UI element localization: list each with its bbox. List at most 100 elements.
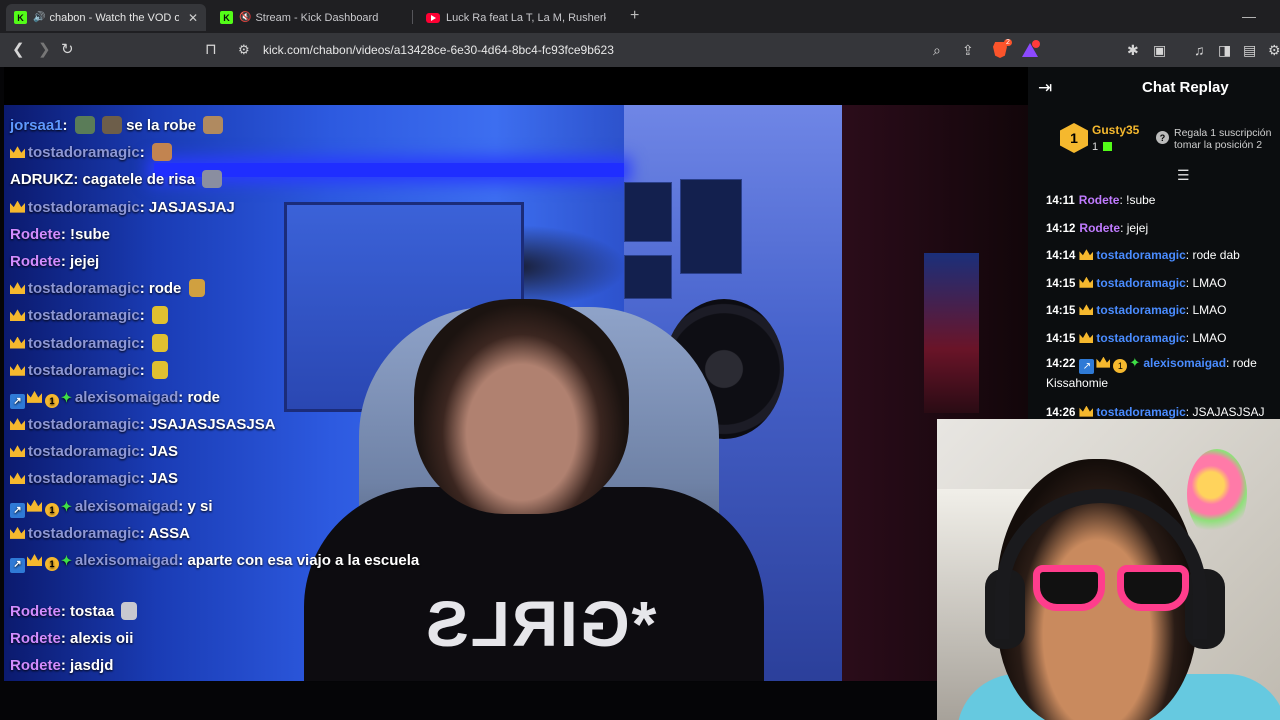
webcam-overlay xyxy=(937,419,1280,720)
sidebar-icon[interactable]: ◨ xyxy=(1218,40,1231,60)
reload-icon[interactable]: ↻ xyxy=(61,40,74,60)
message-username[interactable]: Rodete xyxy=(1079,221,1120,235)
tab-chabon-vod[interactable]: K 🔊 chabon - Watch the VOD on K ✕ xyxy=(6,4,206,31)
share-icon[interactable]: ⇪ xyxy=(962,40,974,60)
tab-kick-dashboard[interactable]: K 🔇 Stream - Kick Dashboard xyxy=(212,4,412,31)
muted-speaker-icon[interactable]: 🔇 xyxy=(239,12,251,23)
sparkle-icon: ✦ xyxy=(61,389,72,405)
top-gifter-banner[interactable]: 1 Gusty35 1 ? Regala 1 suscripción tomar… xyxy=(1028,115,1280,175)
wallet-icon[interactable]: ▤ xyxy=(1243,40,1256,60)
video-streamer-head xyxy=(414,299,629,514)
video-letterbox-bottom xyxy=(4,681,1028,682)
overlay-chat-line: Rodete: alexis oii xyxy=(10,630,134,648)
chat-message: 14:15 tostadoramagic: LMAO xyxy=(1046,275,1227,290)
overlay-message: se la robe xyxy=(126,117,197,134)
shields-count-badge: 2 xyxy=(1004,39,1012,46)
message-username[interactable]: tostadoramagic xyxy=(1096,405,1185,419)
message-time: 14:15 xyxy=(1046,305,1076,318)
overlay-chat-line: ↗ 1 ✦ alexisomaigad: rode xyxy=(10,384,440,411)
tab-title: chabon - Watch the VOD on K xyxy=(49,11,180,24)
message-username[interactable]: tostadoramagic xyxy=(1096,276,1185,290)
page-viewport: *GIRLS jorsaa1: se la robe tostadoramagi… xyxy=(0,67,1280,720)
filter-icon[interactable]: ☰ xyxy=(1177,167,1190,184)
overlay-username: tostadoramagic xyxy=(28,443,140,461)
browser-tab-strip: K 🔊 chabon - Watch the VOD on K ✕ K 🔇 St… xyxy=(0,0,1280,33)
overlay-message: ASSA xyxy=(148,524,190,542)
overlay-message: jejej xyxy=(70,252,100,270)
zoom-icon[interactable]: ⌕ xyxy=(933,40,941,60)
rank-badge-icon: 1 xyxy=(45,394,59,409)
overlay-username: tostadoramagic xyxy=(28,470,140,488)
gift-prompt: Regala 1 suscripción tomar la posición 2 xyxy=(1174,127,1271,151)
crown-icon xyxy=(10,146,25,159)
minimize-button[interactable]: — xyxy=(1242,8,1256,24)
overlay-chat-line: tostadoramagic: JASJASJAJ xyxy=(10,194,440,221)
overlay-username: Rodete xyxy=(10,657,61,675)
message-time: 14:12 xyxy=(1046,222,1076,235)
crown-icon xyxy=(27,390,42,403)
chat-title: Chat Replay xyxy=(1142,79,1229,96)
crown-icon xyxy=(1079,304,1094,316)
menu-icon[interactable]: ⚙ xyxy=(1268,40,1280,60)
crown-icon xyxy=(1096,356,1111,368)
overlay-chat-line: tostadoramagic: JAS xyxy=(10,438,440,465)
chat-message: 14:22 ↗ 1 ✦ alexisomaigad: rode Kissahomie xyxy=(1046,354,1257,390)
overlay-chat-line: tostadoramagic: rode xyxy=(10,275,440,302)
media-icon[interactable]: ♫ xyxy=(1194,40,1205,60)
crown-icon xyxy=(1079,405,1094,417)
message-username[interactable]: tostadoramagic xyxy=(1096,303,1185,317)
chat-message: 14:12 Rodete: jejej xyxy=(1046,220,1149,235)
message-username[interactable]: Rodete xyxy=(1079,193,1120,207)
tab-youtube-song[interactable]: Luck Ra feat La T, La M, Rusherking - xyxy=(418,4,618,31)
tab-divider xyxy=(412,10,413,24)
overlay-message: !sube xyxy=(70,225,111,243)
speaker-icon[interactable]: 🔊 xyxy=(33,12,45,23)
sparkle-icon: ✦ xyxy=(61,498,72,514)
message-username[interactable]: tostadoramagic xyxy=(1096,331,1185,345)
overlay-chat-line: tostadoramagic: ASSA xyxy=(10,520,440,547)
new-tab-button[interactable]: + xyxy=(630,7,639,25)
emote-icon xyxy=(74,116,95,134)
emote-icon xyxy=(202,170,223,189)
message-time: 14:15 xyxy=(1046,332,1076,345)
overlay-chat-line: Rodete: jejej xyxy=(10,252,100,270)
overlay-message: alexis oii xyxy=(70,630,134,648)
message-text: JSAJASJSAJ xyxy=(1192,404,1265,419)
message-time: 14:14 xyxy=(1046,250,1076,263)
chat-message: 14:15 tostadoramagic: LMAO xyxy=(1046,330,1227,345)
overlay-chat-line: Rodete: tostaa xyxy=(10,598,440,625)
collapse-chat-icon[interactable]: ⇥ xyxy=(1038,78,1052,98)
forward-arrow-icon[interactable]: ❯ xyxy=(38,40,51,60)
overlay-username: tostadoramagic xyxy=(28,416,140,434)
screenshot-icon[interactable]: ▣ xyxy=(1153,40,1166,60)
address-bar[interactable]: kick.com/chabon/videos/a13428ce-6e30-4d6… xyxy=(263,43,614,57)
video-poster xyxy=(680,179,742,274)
crown-icon xyxy=(27,554,42,566)
site-settings-icon[interactable]: ⚙ xyxy=(238,40,250,60)
message-username[interactable]: tostadoramagic xyxy=(1096,248,1185,262)
message-text: LMAO xyxy=(1192,303,1227,318)
overlay-chat-line: Rodete: jasdjd xyxy=(10,657,114,675)
message-text: rode dab xyxy=(1192,248,1240,263)
crown-icon xyxy=(10,282,25,295)
emote-icon xyxy=(151,143,172,162)
gift-count-value: 1 xyxy=(1092,141,1099,153)
extensions-icon[interactable]: ✱ xyxy=(1127,40,1139,60)
close-tab-icon[interactable]: ✕ xyxy=(182,11,198,25)
crown-icon xyxy=(1079,276,1094,288)
overlay-username: Rodete xyxy=(10,630,61,648)
rank-hexagon-icon: 1 xyxy=(1060,123,1088,153)
chat-message-list: 14:11 Rodete: !sube 14:12 Rodete: jejej 14… xyxy=(1046,187,1280,426)
crown-icon xyxy=(1079,331,1094,343)
overlay-username: tostadoramagic xyxy=(28,198,140,216)
bookmark-icon[interactable]: ⊓ xyxy=(205,40,217,60)
message-username[interactable]: alexisomaigad xyxy=(1143,356,1226,370)
overlay-username: tostadoramagic xyxy=(28,524,140,542)
vod-video-player[interactable]: *GIRLS jorsaa1: se la robe tostadoramagi… xyxy=(4,67,1028,682)
back-arrow-icon[interactable]: ❮ xyxy=(12,40,25,60)
overlay-message: cagatele de risa xyxy=(82,171,196,189)
overlay-username: jorsaa1 xyxy=(10,117,63,134)
overlay-username: tostadoramagic xyxy=(28,361,140,379)
gifter-username[interactable]: Gusty35 xyxy=(1092,123,1139,137)
sparkle-icon: ✦ xyxy=(61,553,72,568)
